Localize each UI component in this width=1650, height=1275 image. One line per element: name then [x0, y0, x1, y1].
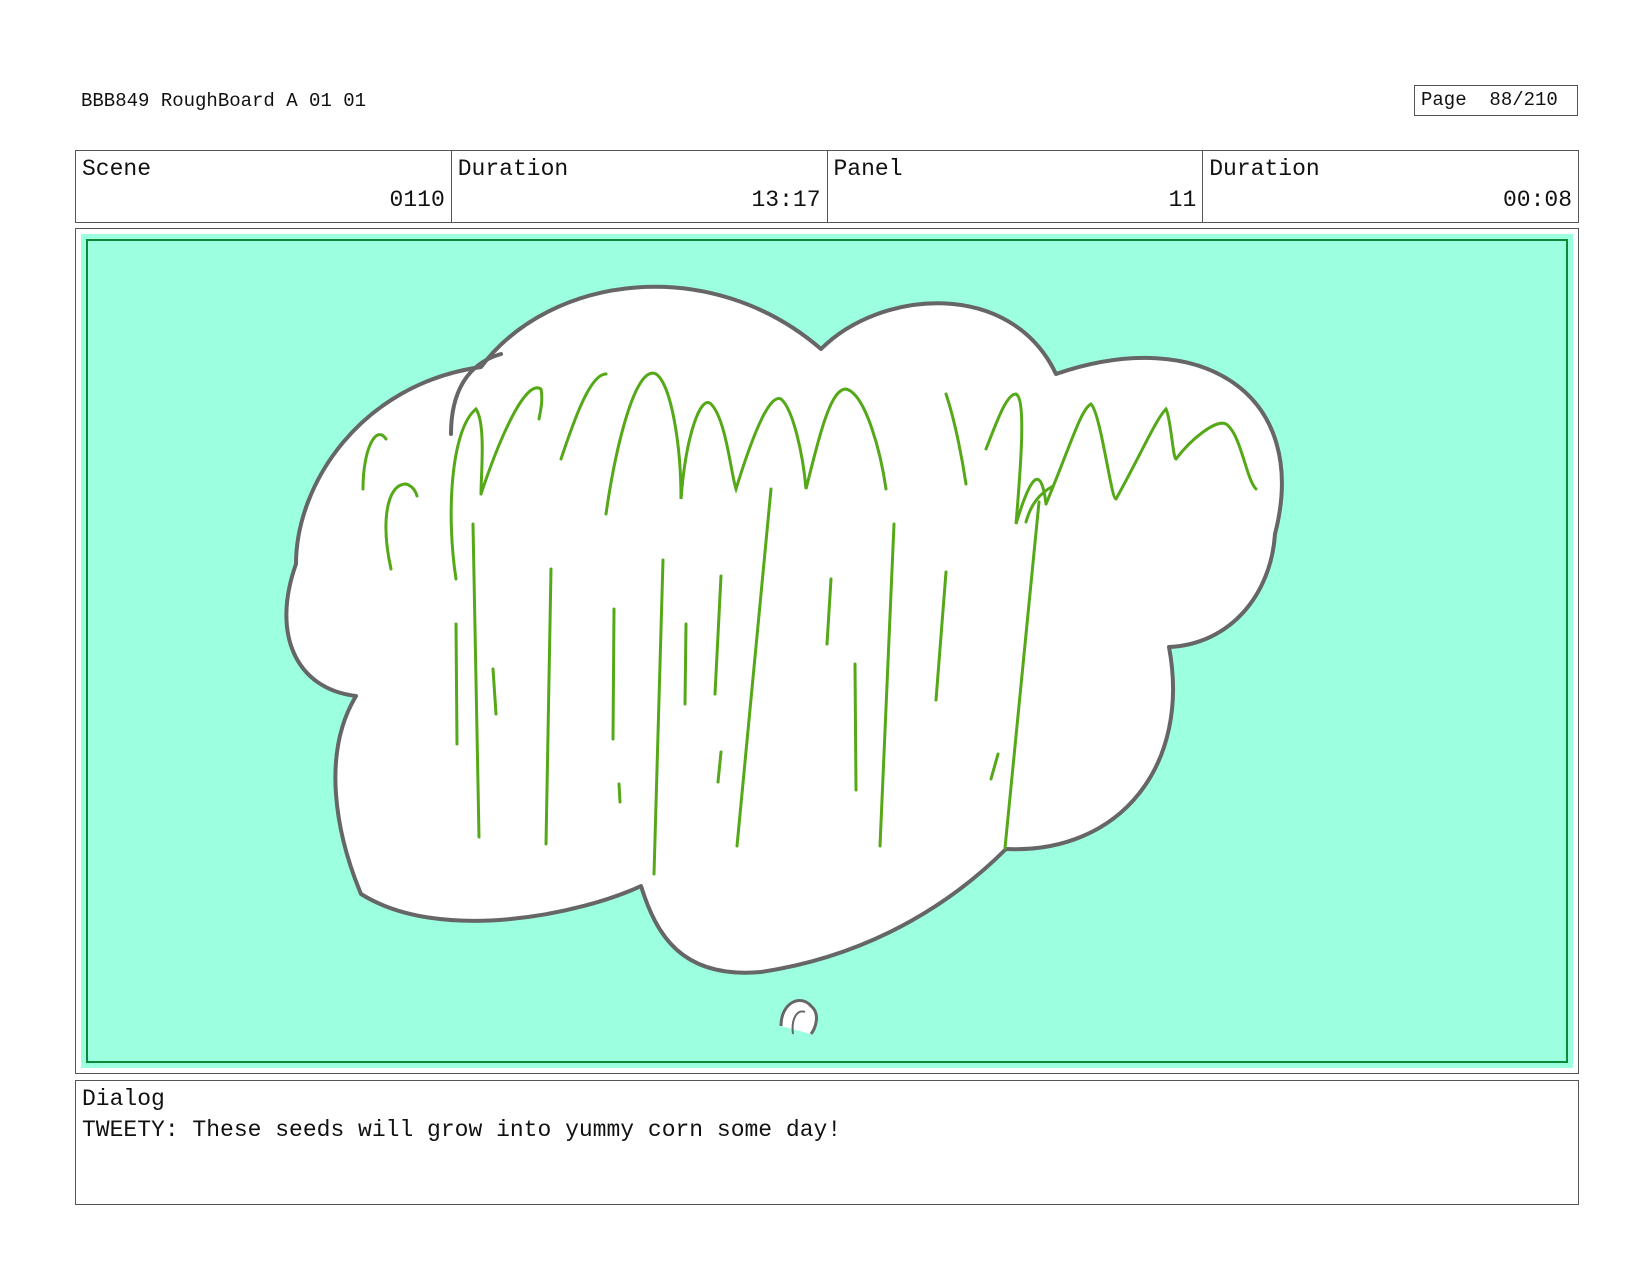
scene-value: 0110: [389, 187, 445, 213]
panel-value: 11: [1168, 187, 1197, 213]
storyboard-panel: [75, 228, 1579, 1074]
panel-duration-label: Duration: [1209, 156, 1320, 182]
stem-6: [617, 782, 622, 804]
document-title: BBB849 RoughBoard A 01 01: [81, 90, 367, 112]
page-label: Page: [1421, 89, 1467, 111]
dialog-box: Dialog TWEETY: These seeds will grow int…: [75, 1080, 1579, 1205]
dialog-text: TWEETY: These seeds will grow into yummy…: [82, 1117, 842, 1143]
panel-duration-cell: Duration 00:08: [1203, 151, 1578, 222]
stem-8: [683, 622, 688, 706]
panel-info-table: Scene 0110 Duration 13:17 Panel 11 Durat…: [75, 150, 1579, 223]
dialog-label: Dialog: [82, 1086, 165, 1112]
scene-duration-value: 13:17: [751, 187, 821, 213]
panel-label: Panel: [833, 156, 903, 182]
panel-cell: Panel 11: [828, 151, 1204, 222]
panel-duration-value: 00:08: [1502, 187, 1572, 213]
page-number: 88/210: [1489, 89, 1558, 111]
scene-duration-label: Duration: [457, 156, 569, 182]
scene-duration-cell: Duration 13:17: [452, 151, 828, 222]
panel-drawing: [81, 234, 1573, 1068]
stem-2: [454, 622, 459, 746]
scene-label: Scene: [82, 156, 152, 182]
stem-14: [853, 662, 858, 792]
stem-5: [611, 607, 616, 741]
page-indicator: Page 88/210: [1414, 85, 1578, 116]
scene-cell: Scene 0110: [76, 151, 452, 222]
